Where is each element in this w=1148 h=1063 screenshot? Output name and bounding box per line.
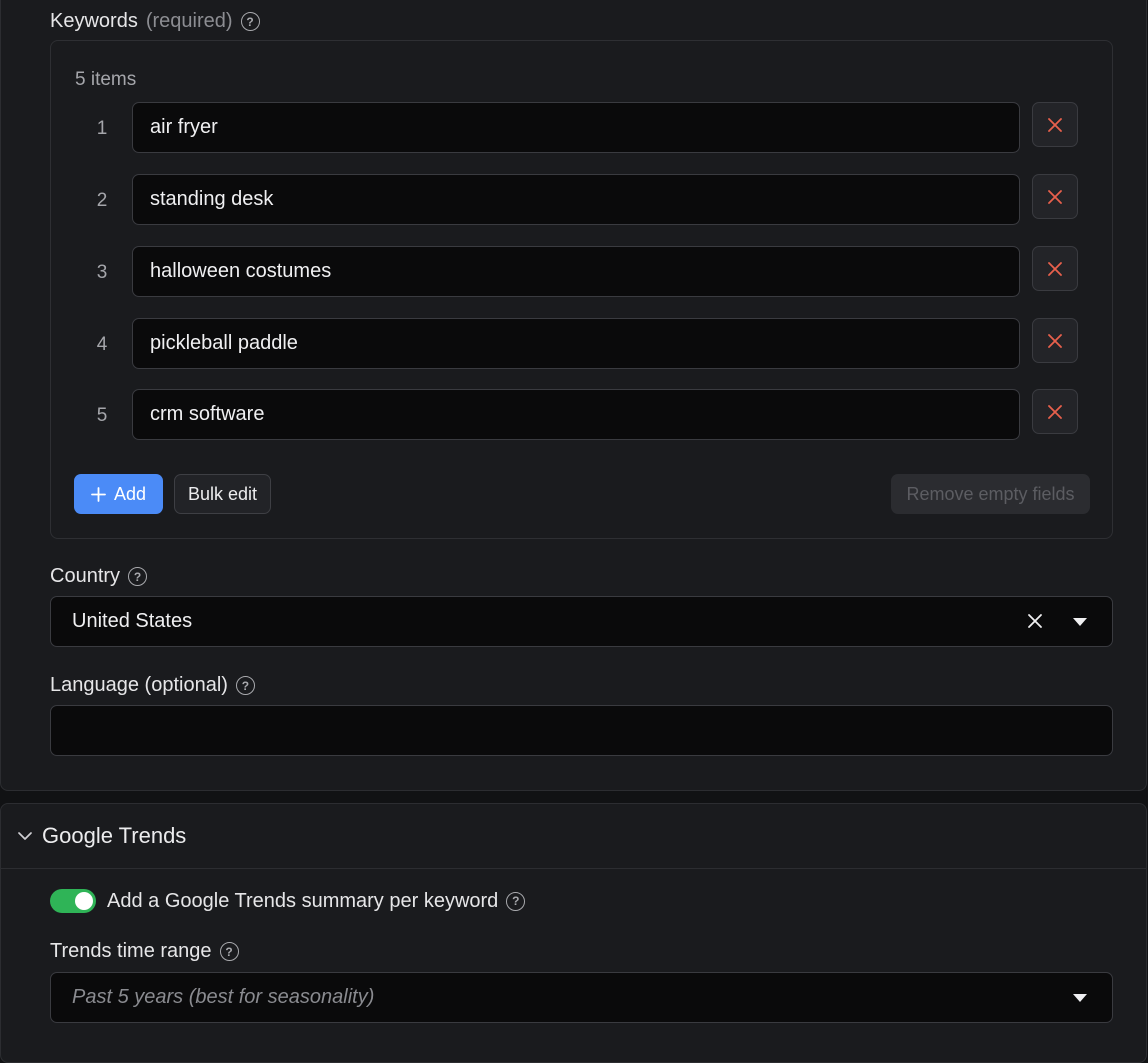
bulk-edit-button[interactable]: Bulk edit xyxy=(174,474,271,514)
toggle-knob xyxy=(75,892,93,910)
caret-down-icon[interactable] xyxy=(1073,994,1087,1002)
keyword-index: 5 xyxy=(96,405,108,426)
language-label: Language (optional) ? xyxy=(50,674,255,697)
remove-empty-fields-button[interactable]: Remove empty fields xyxy=(891,474,1090,514)
plus-icon xyxy=(91,486,106,502)
close-icon xyxy=(1048,333,1062,348)
keyword-index: 2 xyxy=(96,190,108,211)
remove-keyword-button[interactable] xyxy=(1032,246,1078,291)
caret-down-icon[interactable] xyxy=(1073,618,1087,626)
add-keyword-label: Add xyxy=(113,483,147,504)
remove-keyword-button[interactable] xyxy=(1032,102,1078,147)
country-label: Country ? xyxy=(50,565,148,588)
remove-keyword-button[interactable] xyxy=(1032,174,1078,219)
trends-time-range-placeholder: Past 5 years (best for seasonality) xyxy=(72,986,375,1008)
keyword-row: 1 air fryer xyxy=(51,102,1112,154)
trends-time-range-label: Trends time range ? xyxy=(50,940,239,963)
close-icon xyxy=(1048,189,1062,204)
keywords-label: Keywords (required) ? xyxy=(50,10,260,33)
language-input[interactable] xyxy=(50,705,1113,756)
keyword-input[interactable]: crm software xyxy=(132,389,1020,440)
keywords-list-box: 5 items 1 air fryer 2 standing desk 3 ha… xyxy=(50,40,1113,539)
keywords-help-icon[interactable]: ? xyxy=(240,12,260,31)
trends-time-range-select[interactable]: Past 5 years (best for seasonality) xyxy=(50,972,1113,1023)
google-trends-title: Google Trends xyxy=(42,823,187,848)
google-trends-panel: Google Trends Add a Google Trends summar… xyxy=(0,803,1147,1063)
keyword-index: 4 xyxy=(96,334,108,355)
add-keyword-button[interactable]: Add xyxy=(74,474,163,514)
keywords-required-note: (required) xyxy=(145,10,233,32)
keyword-row: 3 halloween costumes xyxy=(51,246,1112,298)
close-icon xyxy=(1048,261,1062,276)
keywords-count: 5 items xyxy=(75,69,137,90)
keyword-row: 4 pickleball paddle xyxy=(51,318,1112,370)
keyword-row: 2 standing desk xyxy=(51,174,1112,226)
trends-summary-toggle[interactable] xyxy=(50,889,96,913)
country-help-icon[interactable]: ? xyxy=(128,567,148,586)
keyword-input[interactable]: air fryer xyxy=(132,102,1020,153)
keyword-index: 1 xyxy=(96,118,108,139)
keyword-input[interactable]: pickleball paddle xyxy=(132,318,1020,369)
language-help-icon[interactable]: ? xyxy=(235,676,255,695)
keyword-input[interactable]: standing desk xyxy=(132,174,1020,225)
close-icon xyxy=(1048,117,1062,132)
remove-keyword-button[interactable] xyxy=(1032,318,1078,363)
input-settings-panel: Keywords (required) ? 5 items 1 air frye… xyxy=(0,0,1147,791)
keyword-row: 5 crm software xyxy=(51,389,1112,441)
close-icon[interactable] xyxy=(1026,612,1044,630)
country-select[interactable]: United States xyxy=(50,596,1113,647)
keyword-input[interactable]: halloween costumes xyxy=(132,246,1020,297)
trends-summary-help-icon[interactable]: ? xyxy=(506,891,526,911)
country-value: United States xyxy=(72,610,193,632)
keyword-index: 3 xyxy=(96,262,108,283)
google-trends-header[interactable]: Google Trends xyxy=(1,804,1146,869)
chevron-down-icon[interactable] xyxy=(18,831,32,841)
close-icon xyxy=(1048,404,1062,419)
remove-keyword-button[interactable] xyxy=(1032,389,1078,434)
trends-time-range-help-icon[interactable]: ? xyxy=(219,942,239,961)
trends-summary-label: Add a Google Trends summary per keyword … xyxy=(107,889,526,913)
